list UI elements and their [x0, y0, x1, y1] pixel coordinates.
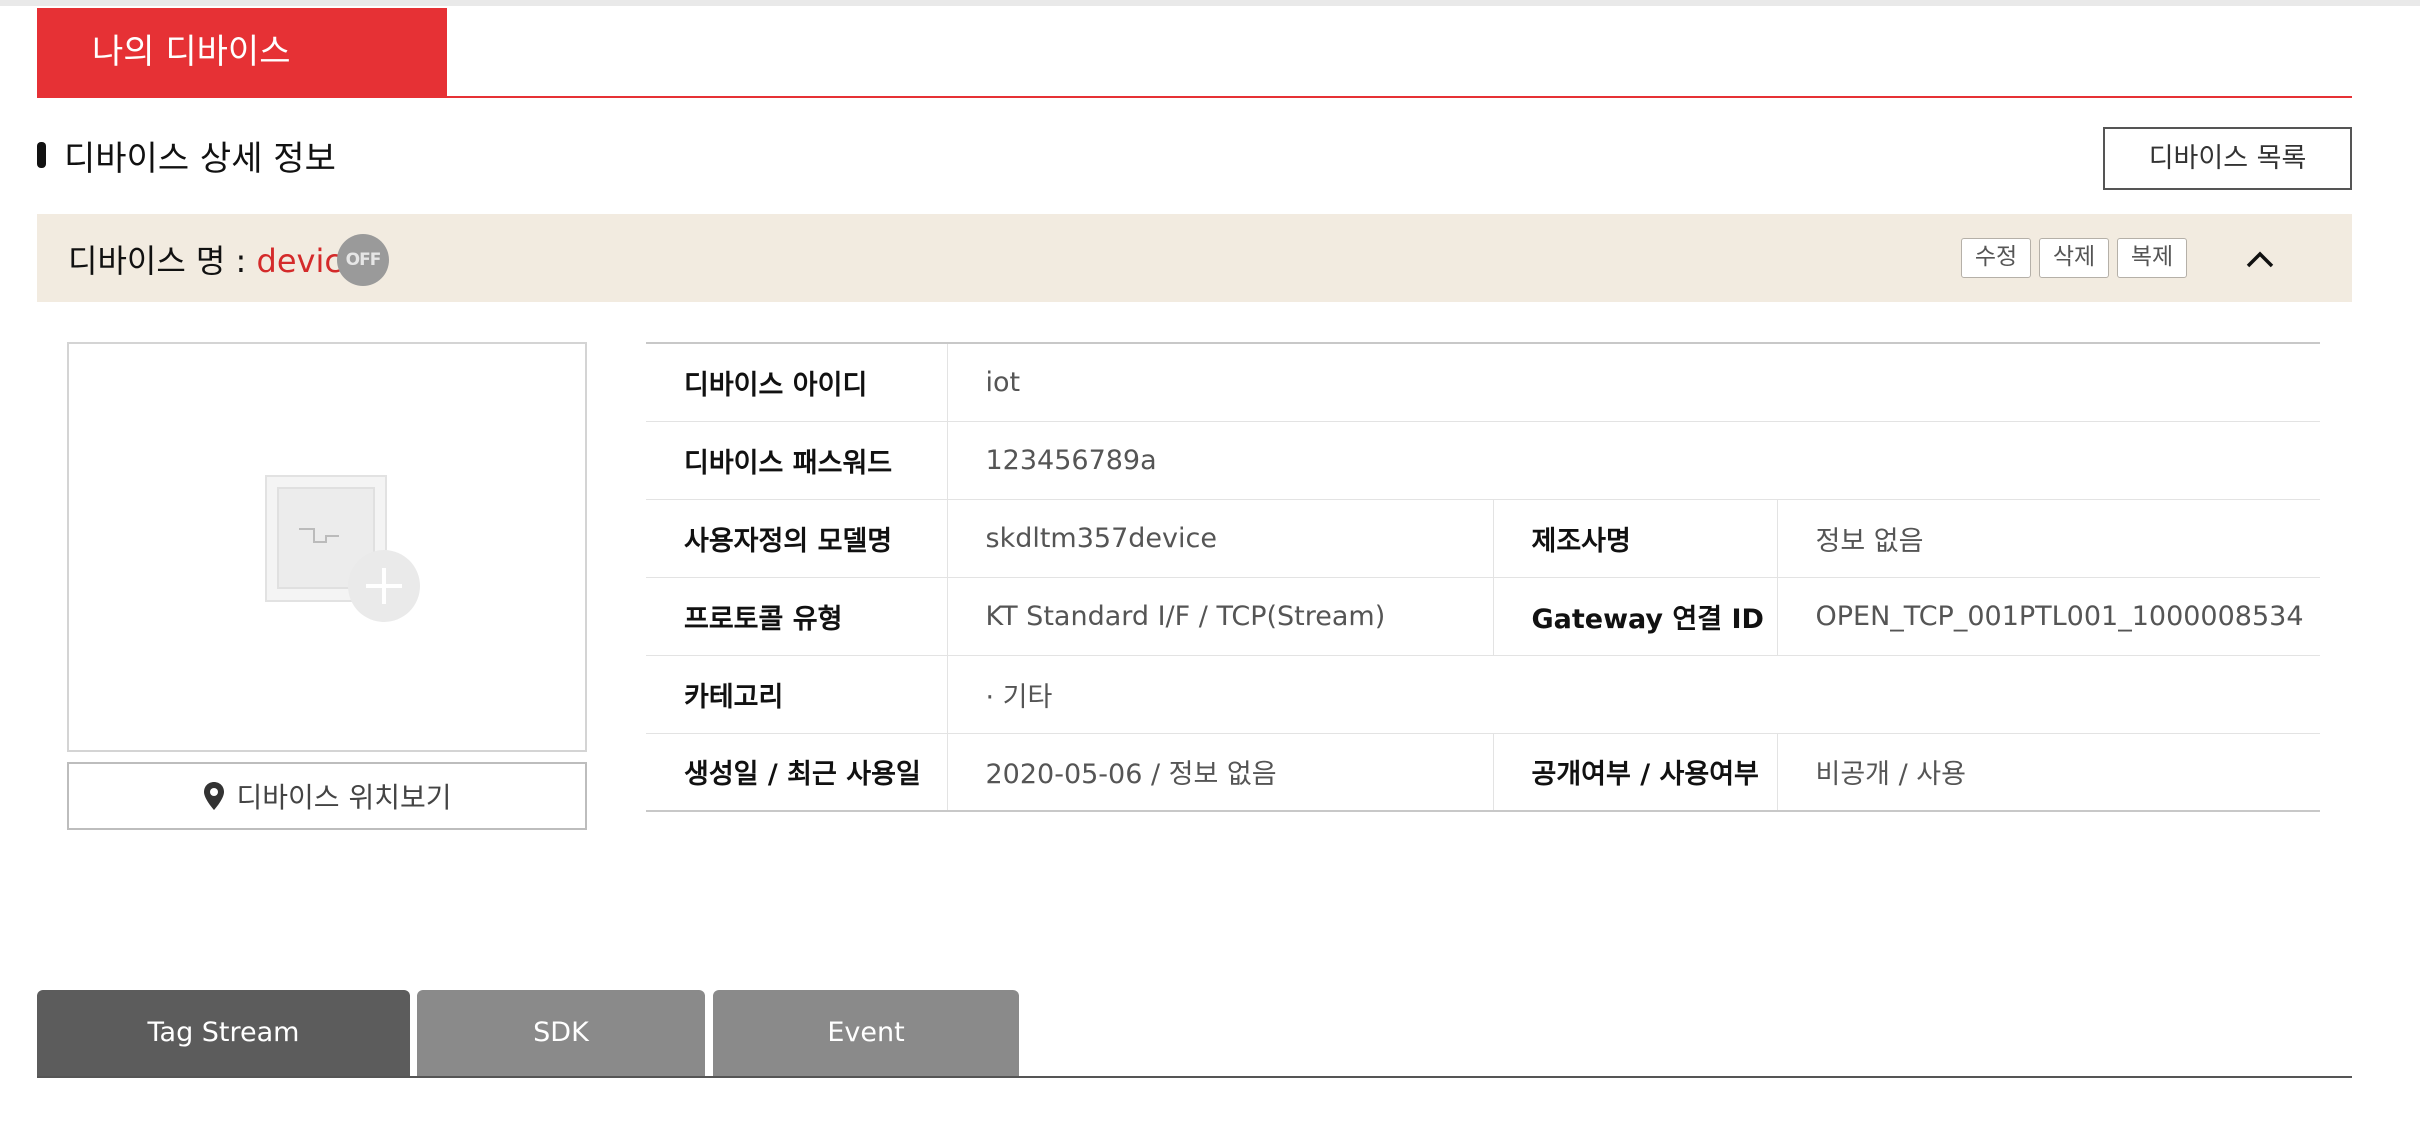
device-name-bar: 디바이스 명 : device OFF 수정 삭제 복제: [37, 214, 2352, 302]
gateway-label: Gateway 연결 ID: [1492, 577, 1777, 656]
page-header: 나의 디바이스: [37, 8, 2352, 98]
maker-value: 정보 없음: [1776, 499, 2320, 578]
section-title: 디바이스 상세 정보: [64, 138, 336, 179]
category-value: · 기타: [946, 655, 2320, 734]
gateway-value: OPEN_TCP_001PTL001_1000008534: [1776, 577, 2320, 656]
device-id-label: 디바이스 아이디: [646, 343, 947, 422]
device-id-value: iot: [946, 343, 2320, 422]
image-add-icon[interactable]: [264, 474, 424, 634]
tab-event[interactable]: Event: [713, 990, 1019, 1076]
dates-label: 생성일 / 최근 사용일: [684, 759, 921, 791]
table-row: 디바이스 아이디 iot: [646, 343, 2320, 422]
model-label: 사용자정의 모델명: [646, 499, 947, 578]
edit-button[interactable]: 수정: [1961, 238, 2031, 278]
table-row: 사용자정의 모델명 skdltm357device 제조사명 정보 없음: [646, 499, 2320, 578]
table-row: 디바이스 패스워드 123456789a: [646, 421, 2320, 500]
delete-button[interactable]: 삭제: [2039, 238, 2109, 278]
chevron-up-icon[interactable]: [2245, 244, 2275, 274]
status-badge: OFF: [337, 234, 389, 286]
password-label: 디바이스 패스워드: [646, 421, 947, 500]
tab-tag-stream[interactable]: Tag Stream: [37, 990, 410, 1076]
table-row: 카테고리 · 기타: [646, 655, 2320, 734]
map-pin-icon: [203, 782, 224, 810]
password-value: 123456789a: [946, 421, 2320, 500]
maker-label: 제조사명: [1492, 499, 1777, 578]
tab-sdk[interactable]: SDK: [417, 990, 705, 1076]
device-name-label: 디바이스 명 :: [68, 242, 257, 280]
visibility-value: 비공개 / 사용: [1776, 733, 2320, 811]
table-row: 프로토콜 유형 KT Standard I/F / TCP(Stream) Ga…: [646, 577, 2320, 656]
dates-value: 2020-05-06 / 정보 없음: [946, 733, 1493, 811]
device-name: 디바이스 명 : device: [68, 236, 362, 282]
device-list-button[interactable]: 디바이스 목록: [2103, 127, 2352, 190]
section-heading: 디바이스 상세 정보: [37, 130, 336, 180]
visibility-label: 공개여부 / 사용여부: [1492, 733, 1777, 811]
protocol-label: 프로토콜 유형: [646, 577, 947, 656]
model-value: skdltm357device: [946, 499, 1493, 578]
header-tab-my-devices[interactable]: 나의 디바이스: [37, 8, 447, 96]
top-border: [0, 0, 2420, 6]
device-image-box: [67, 342, 587, 752]
location-view-button[interactable]: 디바이스 위치보기: [67, 762, 587, 830]
tab-bar: Tag Stream SDK Event: [37, 990, 2352, 1078]
copy-button[interactable]: 복제: [2117, 238, 2187, 278]
location-button-label: 디바이스 위치보기: [236, 781, 452, 814]
protocol-value: KT Standard I/F / TCP(Stream): [946, 577, 1493, 656]
device-info-table: 디바이스 아이디 iot 디바이스 패스워드 123456789a 사용자정의 …: [646, 342, 2320, 812]
table-row: 생성일 / 최근 사용일 2020-05-06 / 정보 없음 공개여부 / 사…: [646, 733, 2320, 811]
category-label: 카테고리: [646, 655, 947, 734]
section-marker: [37, 142, 46, 168]
